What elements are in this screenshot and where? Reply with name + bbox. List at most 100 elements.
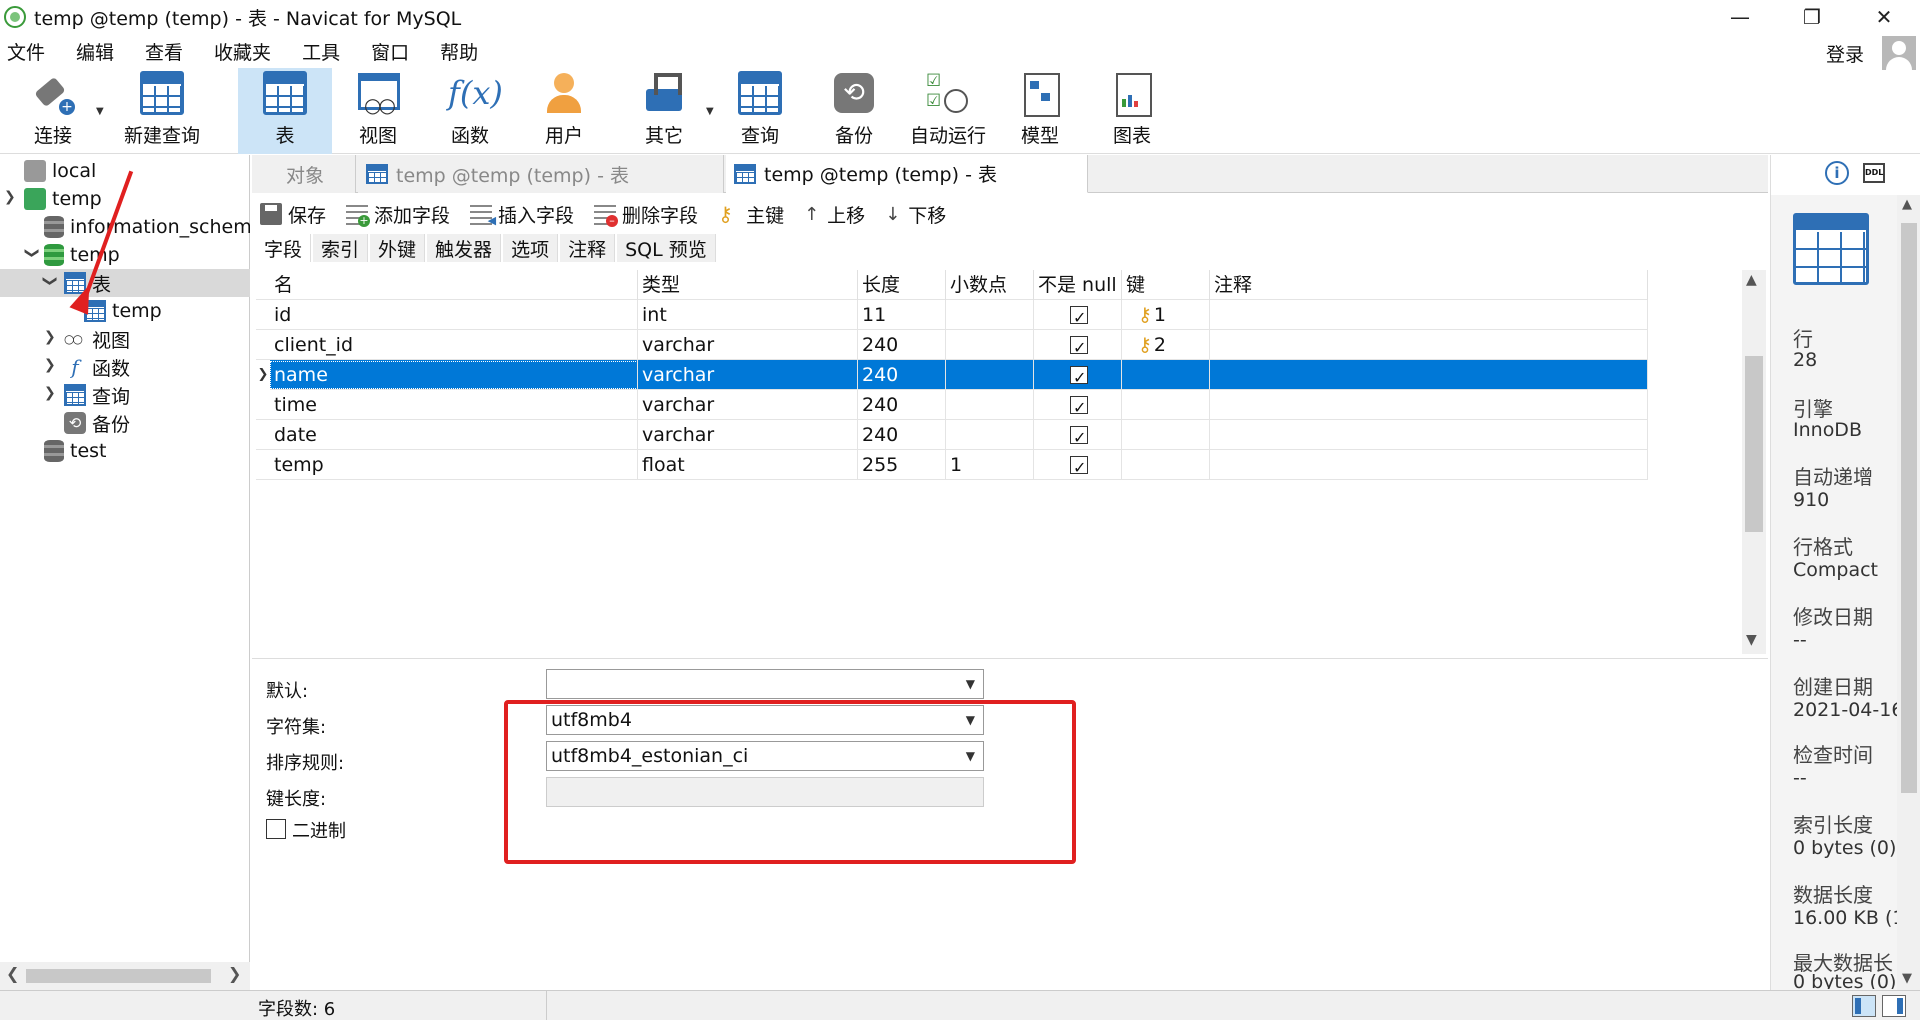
not-null-checkbox[interactable]	[1070, 453, 1088, 480]
not-null-checkbox[interactable]	[1070, 303, 1088, 330]
field-key-cell[interactable]	[1122, 450, 1210, 480]
tree-item-table-temp[interactable]: temp	[0, 297, 250, 325]
menu-file[interactable]: 文件	[0, 38, 61, 65]
menu-help[interactable]: 帮助	[433, 38, 494, 65]
scroll-right-icon[interactable]: ❯	[228, 964, 241, 983]
column-header-name[interactable]: 名	[270, 270, 638, 300]
field-key-cell[interactable]: ⚷ 2	[1122, 330, 1210, 360]
table-row[interactable]: date varchar 240	[256, 420, 1648, 450]
table-row[interactable]: client_id varchar 240 ⚷2	[256, 330, 1648, 360]
scroll-down-icon[interactable]: ▼	[1902, 971, 1912, 986]
field-not-null-cell[interactable]	[1034, 450, 1122, 480]
toggle-right-panel-icon[interactable]	[1882, 995, 1906, 1017]
field-comment-cell[interactable]	[1210, 300, 1648, 330]
field-key-cell[interactable]	[1122, 360, 1210, 390]
toggle-left-panel-icon[interactable]	[1852, 995, 1876, 1017]
toolbar-table-button[interactable]: 表	[238, 68, 332, 154]
field-key-cell[interactable]	[1122, 390, 1210, 420]
column-header-type[interactable]: 类型	[638, 270, 858, 300]
tree-item-information-schema[interactable]: information_schema	[0, 213, 250, 241]
column-header-decimals[interactable]: 小数点	[946, 270, 1034, 300]
scroll-down-icon[interactable]: ▼	[1746, 632, 1757, 648]
field-name-cell[interactable]: temp	[270, 450, 638, 480]
tree-item-queries[interactable]: 查询	[0, 381, 250, 409]
field-not-null-cell[interactable]	[1034, 390, 1122, 420]
field-not-null-cell[interactable]	[1034, 330, 1122, 360]
tab-indexes[interactable]: 索引	[313, 234, 369, 262]
field-name-cell[interactable]: client_id	[270, 330, 638, 360]
field-not-null-cell[interactable]	[1034, 300, 1122, 330]
field-type-cell[interactable]: varchar	[638, 360, 858, 390]
table-row[interactable]: time varchar 240	[256, 390, 1648, 420]
toolbar-query-button[interactable]: 查询	[716, 68, 804, 154]
toolbar-other-button[interactable]: 其它	[620, 68, 708, 154]
not-null-checkbox[interactable]	[1070, 363, 1088, 390]
field-name-cell[interactable]: date	[270, 420, 638, 450]
primary-key-button[interactable]: ⚷ 主键	[718, 201, 784, 228]
info-vertical-scrollbar[interactable]: ▲ ▼	[1897, 195, 1920, 990]
tree-item-functions[interactable]: f 函数	[0, 353, 250, 381]
chevron-down-icon[interactable]: ▼	[966, 670, 975, 698]
field-length-cell[interactable]: 240	[858, 330, 946, 360]
column-header-comment[interactable]: 注释	[1210, 270, 1648, 300]
info-icon[interactable]: i	[1825, 161, 1849, 185]
ddl-icon[interactable]: DDL	[1863, 163, 1885, 183]
toolbar-backup-button[interactable]: 备份	[810, 68, 898, 154]
tree-item-temp-database[interactable]: temp	[0, 241, 250, 269]
menu-favorites[interactable]: 收藏夹	[207, 38, 287, 65]
login-link[interactable]: 登录	[1826, 40, 1864, 67]
column-header-key[interactable]: 键	[1122, 270, 1210, 300]
toolbar-user-button[interactable]: 用户	[520, 68, 608, 154]
not-null-checkbox[interactable]	[1070, 333, 1088, 360]
field-decimals-cell[interactable]	[946, 390, 1034, 420]
tab-fields[interactable]: 字段	[256, 234, 312, 262]
field-not-null-cell[interactable]	[1034, 360, 1122, 390]
field-type-cell[interactable]: varchar	[638, 420, 858, 450]
toolbar-view-button[interactable]: 视图	[334, 68, 422, 154]
tab-comment[interactable]: 注释	[560, 234, 616, 262]
field-length-cell[interactable]: 240	[858, 360, 946, 390]
tab-sql-preview[interactable]: SQL 预览	[617, 234, 716, 262]
menu-window[interactable]: 窗口	[364, 38, 425, 65]
field-decimals-cell[interactable]	[946, 420, 1034, 450]
toolbar-new-query-button[interactable]: 新建查询	[110, 68, 214, 154]
toolbar-schedule-button[interactable]: 自动运行	[902, 68, 994, 154]
binary-checkbox[interactable]	[266, 819, 286, 839]
field-decimals-cell[interactable]	[946, 330, 1034, 360]
field-name-cell[interactable]: id	[270, 300, 638, 330]
field-decimals-cell[interactable]	[946, 360, 1034, 390]
tab-objects[interactable]: 对象	[252, 155, 356, 193]
tab-table-design-2[interactable]: temp @temp (temp) - 表	[726, 155, 1088, 193]
not-null-checkbox[interactable]	[1070, 393, 1088, 420]
menu-view[interactable]: 查看	[138, 38, 199, 65]
tree-item-views[interactable]: 视图	[0, 325, 250, 353]
grid-vertical-scrollbar[interactable]: ▲ ▼	[1742, 270, 1766, 654]
field-decimals-cell[interactable]	[946, 300, 1034, 330]
chevron-down-icon[interactable]: ❯	[42, 275, 58, 287]
field-length-cell[interactable]: 240	[858, 390, 946, 420]
connect-dropdown-icon[interactable]: ▼	[96, 106, 104, 117]
field-key-cell[interactable]: ⚷ 1	[1122, 300, 1210, 330]
table-row[interactable]: id int 11 ⚷1	[256, 300, 1648, 330]
scroll-up-icon[interactable]: ▲	[1902, 197, 1912, 212]
save-button[interactable]: 保存	[260, 201, 326, 228]
minimize-button[interactable]: —	[1704, 0, 1776, 34]
default-select[interactable]: ▼	[546, 669, 984, 699]
toolbar-function-button[interactable]: f(x) 函数	[426, 68, 514, 154]
field-type-cell[interactable]: varchar	[638, 330, 858, 360]
tab-triggers[interactable]: 触发器	[427, 234, 502, 262]
scrollbar-thumb[interactable]	[1745, 356, 1763, 532]
field-length-cell[interactable]: 255	[858, 450, 946, 480]
menu-tools[interactable]: 工具	[295, 38, 356, 65]
delete-field-button[interactable]: 删除字段	[594, 201, 698, 228]
move-down-button[interactable]: ↓ 下移	[885, 201, 946, 228]
field-length-cell[interactable]: 240	[858, 420, 946, 450]
move-up-button[interactable]: ↑ 上移	[804, 201, 865, 228]
scrollbar-thumb[interactable]	[26, 969, 211, 983]
field-length-cell[interactable]: 11	[858, 300, 946, 330]
avatar[interactable]	[1882, 36, 1916, 70]
toolbar-model-button[interactable]: 模型	[1000, 68, 1080, 154]
toolbar-chart-button[interactable]: 图表	[1092, 68, 1172, 154]
other-dropdown-icon[interactable]: ▼	[706, 106, 714, 117]
field-type-cell[interactable]: float	[638, 450, 858, 480]
